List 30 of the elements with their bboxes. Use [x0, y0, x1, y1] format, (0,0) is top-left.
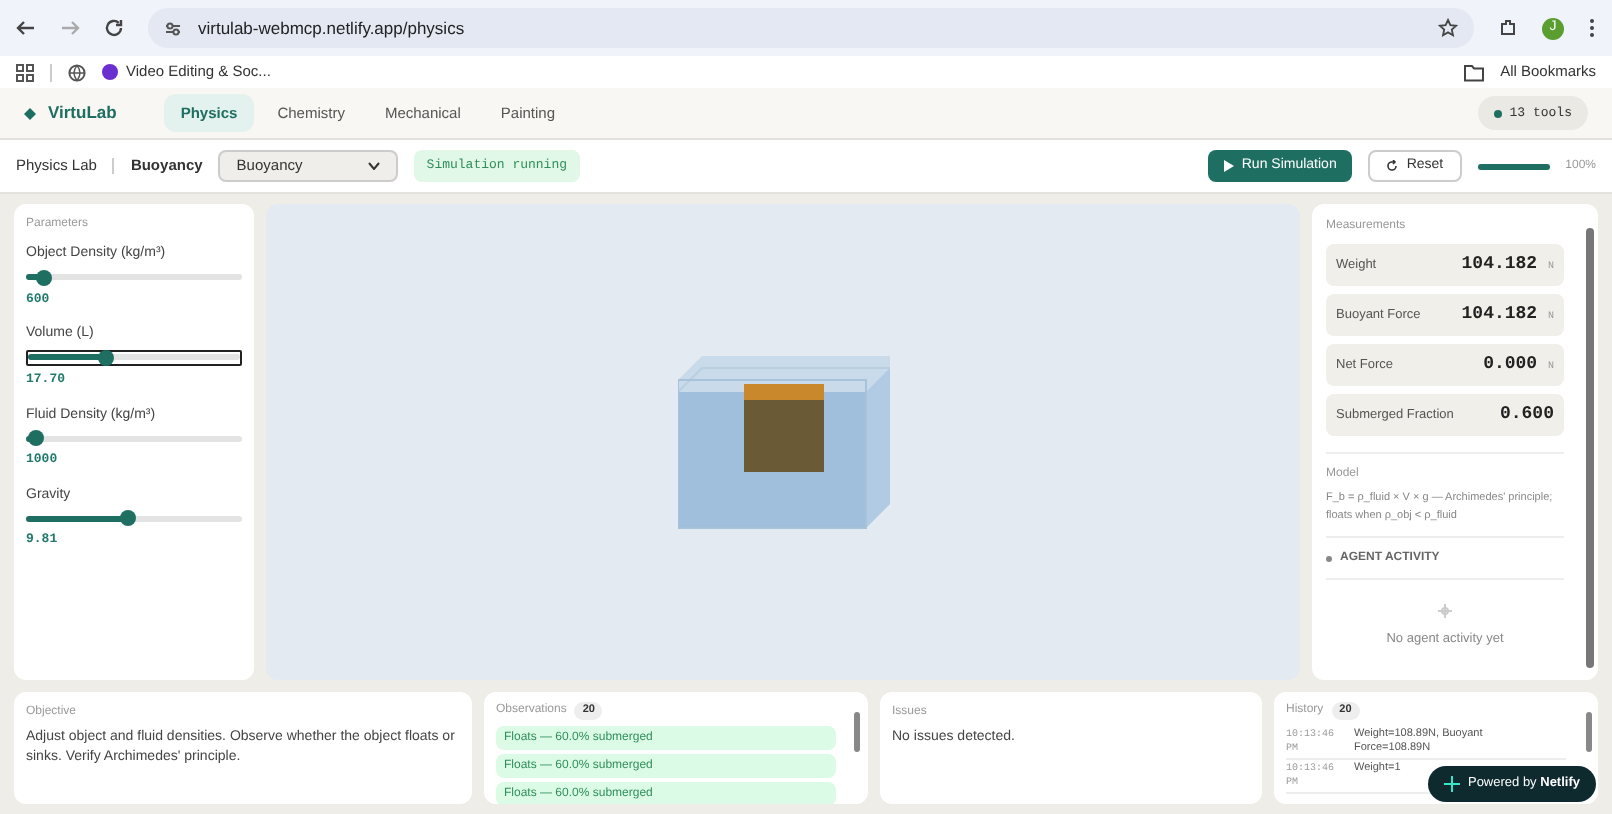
- slider-thumb[interactable]: [35, 269, 52, 285]
- slider[interactable]: [26, 349, 242, 366]
- slider-thumb[interactable]: [98, 349, 115, 366]
- star-icon[interactable]: [1438, 18, 1458, 38]
- address-bar[interactable]: virtulab-webmcp.netlify.app/physics: [148, 8, 1474, 48]
- apps-grid-icon[interactable]: [16, 63, 34, 81]
- crosshair-icon: [1438, 604, 1452, 618]
- slider-thumb[interactable]: [119, 510, 136, 527]
- reset-icon: [1386, 160, 1399, 172]
- globe-icon[interactable]: [68, 63, 86, 81]
- app-logo[interactable]: VirtuLab: [48, 100, 117, 126]
- scrollbar[interactable]: [1586, 228, 1594, 668]
- menu-icon[interactable]: [1588, 18, 1596, 38]
- diamond-logo-icon: [24, 107, 36, 119]
- extensions-icon[interactable]: [1498, 18, 1518, 38]
- reload-icon[interactable]: [104, 18, 124, 38]
- back-icon[interactable]: [16, 18, 36, 38]
- slider-thumb[interactable]: [28, 430, 45, 446]
- site-settings-icon[interactable]: [164, 19, 182, 37]
- slider[interactable]: [26, 510, 242, 527]
- measurement-value: 0.600: [1499, 401, 1554, 428]
- play-icon: [1223, 160, 1234, 172]
- netlify-logo-icon: [1443, 776, 1460, 792]
- slider[interactable]: [26, 269, 242, 285]
- url-text: virtulab-webmcp.netlify.app/physics: [198, 15, 465, 41]
- scrollbar[interactable]: [1586, 712, 1592, 752]
- scrollbar[interactable]: [854, 712, 860, 752]
- slider[interactable]: [26, 430, 242, 446]
- caret-icon: [368, 162, 381, 170]
- folder-icon: [1464, 63, 1485, 81]
